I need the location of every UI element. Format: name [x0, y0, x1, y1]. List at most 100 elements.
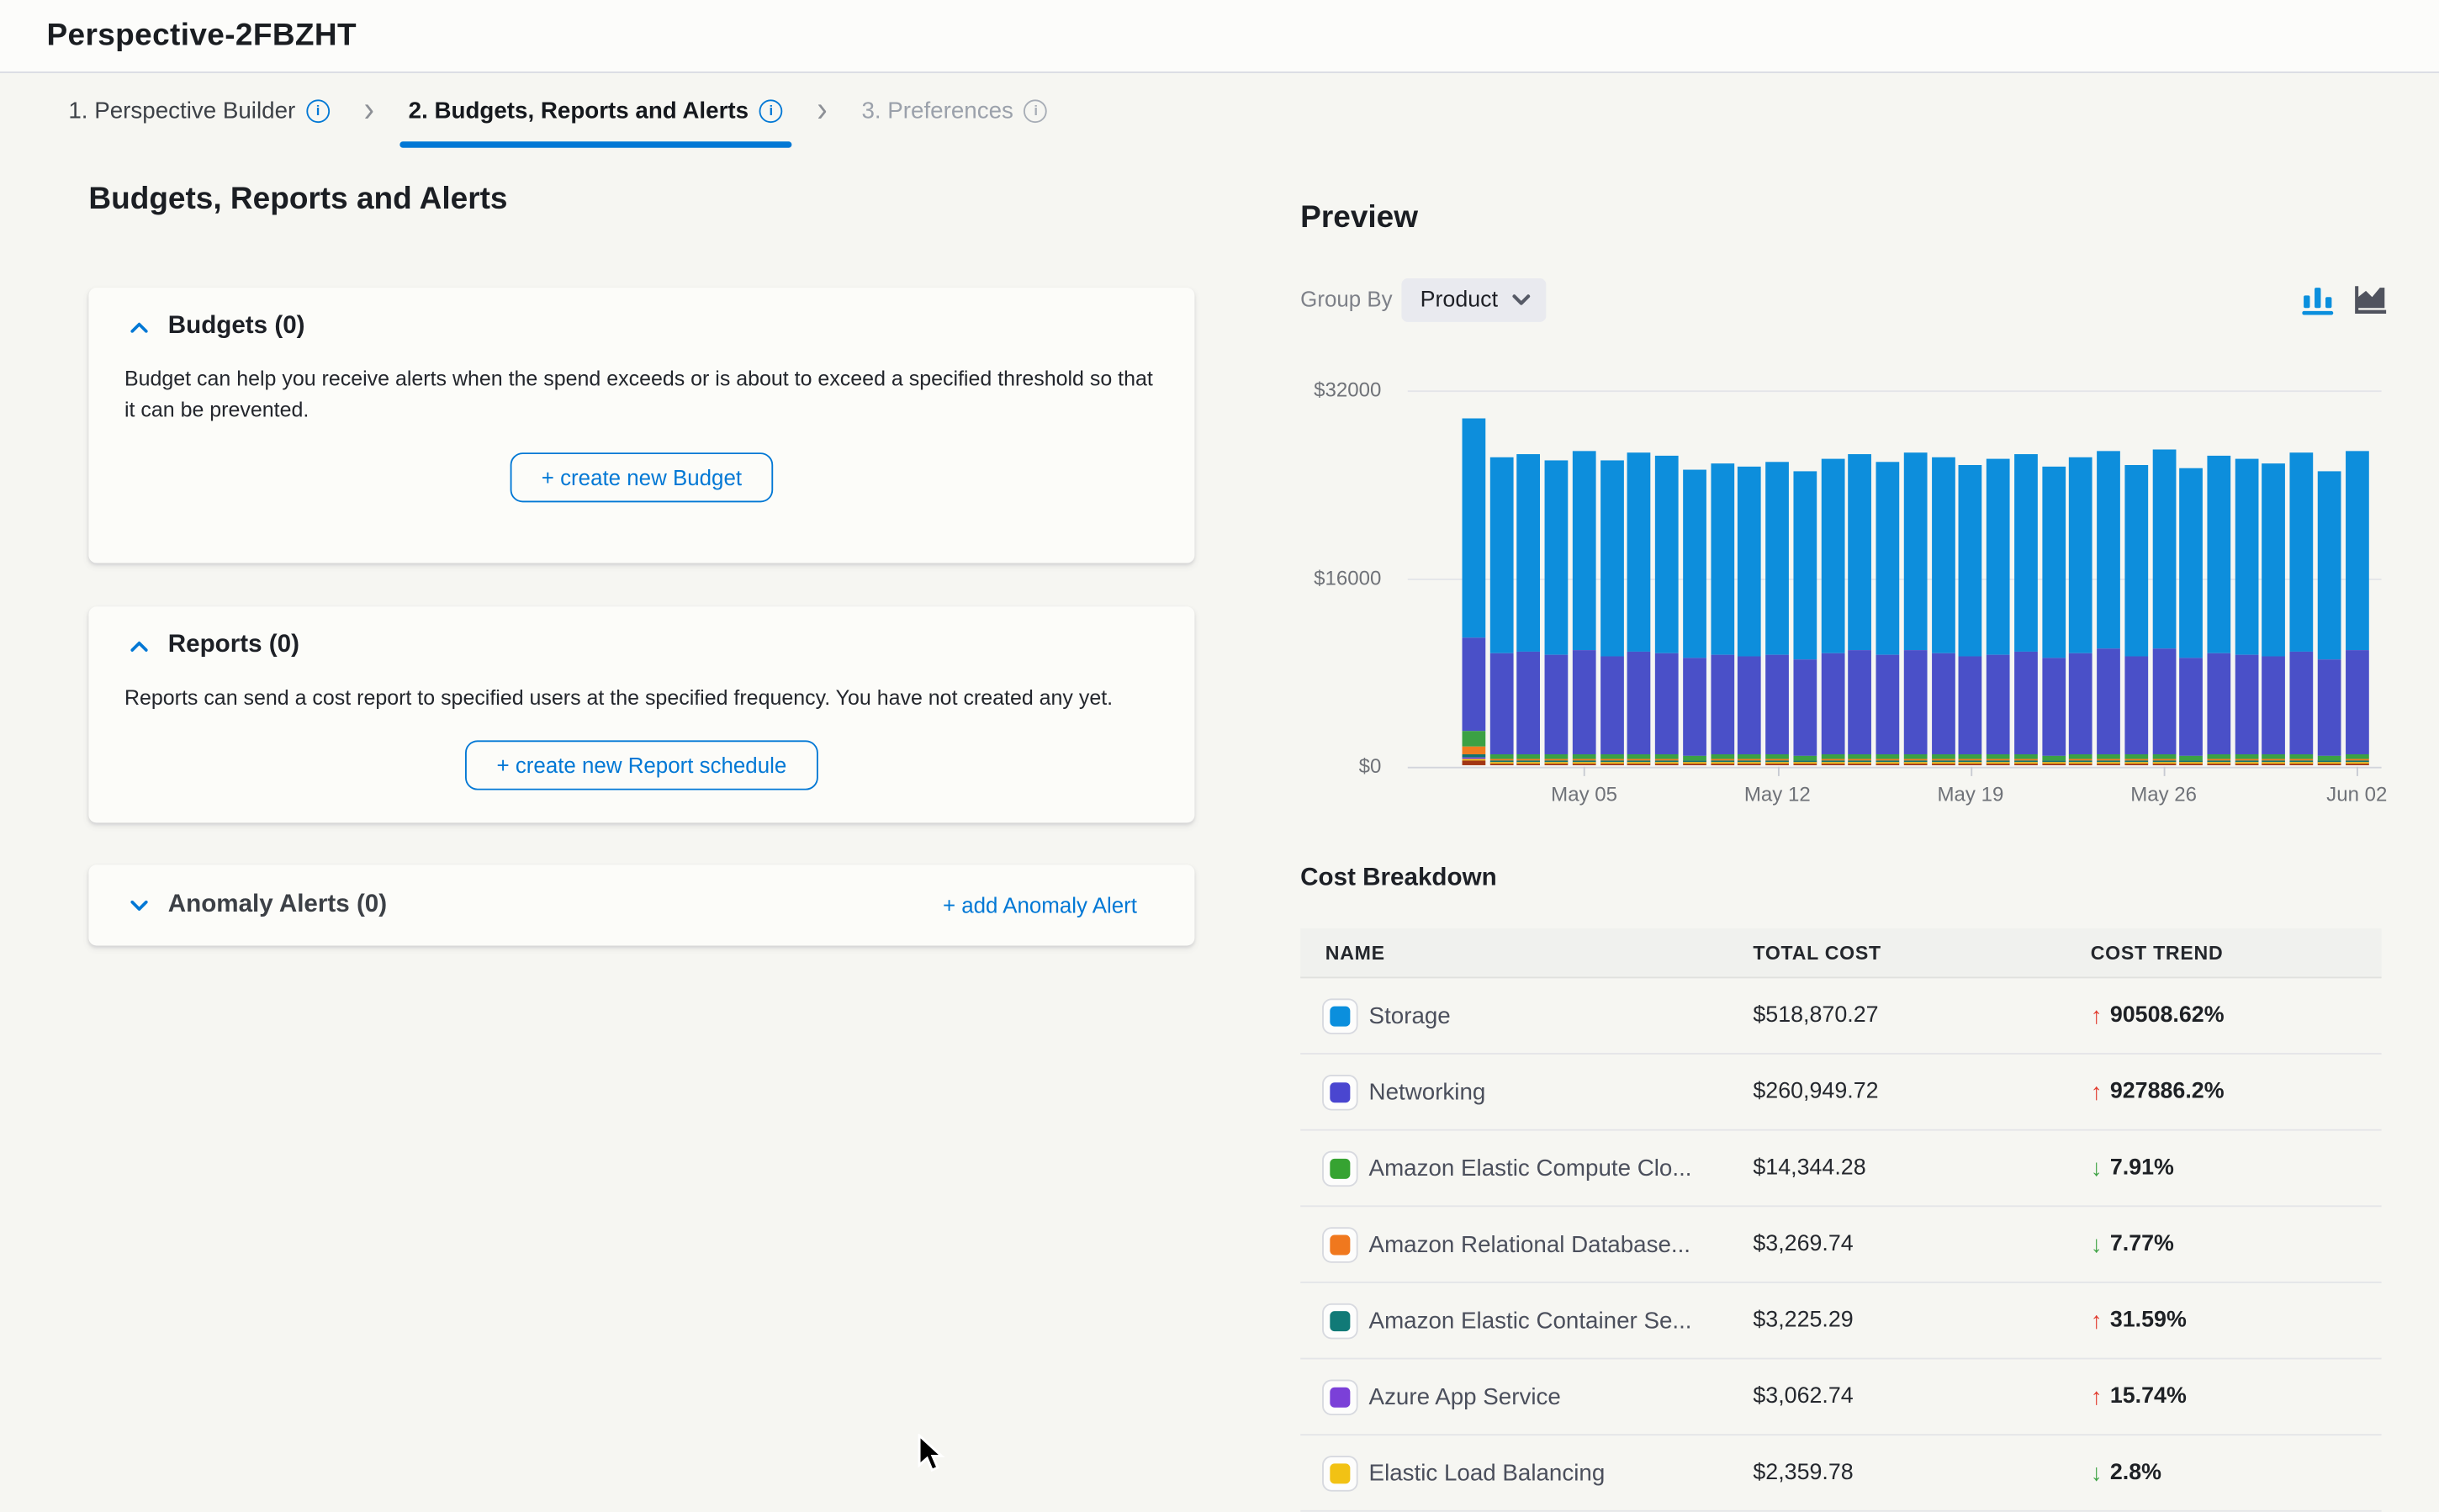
legend-color-checkbox[interactable]: [1322, 1074, 1358, 1110]
stacked-bar-may-06[interactable]: [1600, 461, 1624, 765]
bar-segment: [1711, 764, 1734, 765]
color-swatch: [1330, 1006, 1350, 1026]
stacked-bar-jun-01[interactable]: [2318, 471, 2341, 765]
table-row-networking[interactable]: Networking$260,949.72↑927886.2%: [1300, 1055, 2381, 1131]
stacked-bar-may-16[interactable]: [1876, 462, 1900, 765]
tab-preferences[interactable]: 3. Preferences i: [861, 75, 1047, 148]
stacked-bar-may-01[interactable]: [1463, 419, 1486, 765]
table-row-storage[interactable]: Storage$518,870.27↑90508.62%: [1300, 978, 2381, 1055]
tab-label: 3. Preferences: [861, 98, 1013, 124]
bar-segment: [1655, 764, 1679, 765]
legend-color-checkbox[interactable]: [1322, 1455, 1358, 1491]
bar-segment: [1463, 419, 1486, 637]
stacked-bar-may-08[interactable]: [1655, 456, 1679, 765]
bar-segment: [1711, 463, 1734, 654]
stacked-bar-may-07[interactable]: [1627, 453, 1651, 765]
tab-perspective-builder[interactable]: 1. Perspective Builderi: [68, 75, 330, 148]
stacked-bar-may-26[interactable]: [2152, 449, 2176, 765]
stacked-bar-may-28[interactable]: [2207, 456, 2230, 765]
bar-chart-icon[interactable]: [2302, 283, 2335, 316]
bar-segment: [2262, 656, 2286, 754]
trend-value: 2.8%: [2110, 1461, 2161, 1486]
column-header-name: NAME: [1325, 942, 1385, 964]
create-report-schedule-button[interactable]: + create new Report schedule: [466, 740, 818, 790]
y-axis-label: $0: [1276, 756, 1382, 778]
legend-color-checkbox[interactable]: [1322, 1303, 1358, 1339]
bar-segment: [1987, 764, 2010, 765]
create-budget-button[interactable]: + create new Budget: [511, 452, 773, 502]
stacked-bar-may-20[interactable]: [1987, 459, 2010, 765]
area-chart-icon[interactable]: [2355, 283, 2388, 316]
bar-segment: [1849, 651, 1872, 754]
stacked-bar-jun-02[interactable]: [2345, 451, 2368, 765]
stacked-bar-may-14[interactable]: [1821, 459, 1844, 765]
reports-title[interactable]: Reports (0): [168, 632, 299, 659]
app-header: Perspective-2FBZHT: [0, 0, 2439, 73]
group-by-label: Group By: [1300, 286, 1392, 311]
bar-segment: [2124, 764, 2148, 765]
chevron-right-icon: ›: [364, 69, 374, 153]
stacked-bar-may-02[interactable]: [1489, 457, 1513, 765]
bar-segment: [2290, 764, 2314, 765]
info-icon[interactable]: i: [759, 99, 783, 123]
stacked-bar-may-11[interactable]: [1738, 467, 1762, 765]
stacked-bar-may-23[interactable]: [2069, 457, 2092, 765]
stacked-bar-may-24[interactable]: [2097, 451, 2120, 765]
stacked-bar-may-30[interactable]: [2262, 463, 2286, 765]
stacked-bar-may-21[interactable]: [2014, 454, 2038, 765]
bar-segment: [1683, 658, 1706, 755]
stacked-bar-may-10[interactable]: [1711, 463, 1734, 764]
bar-segment: [1793, 659, 1817, 756]
table-row-amazon-elastic-container-se[interactable]: Amazon Elastic Container Se...$3,225.29↑…: [1300, 1283, 2381, 1360]
budgets-title[interactable]: Budgets (0): [168, 313, 305, 341]
info-icon[interactable]: i: [1024, 99, 1048, 123]
group-by-select[interactable]: Product: [1401, 278, 1546, 322]
bar-segment: [1627, 652, 1651, 754]
table-header: NAME TOTAL COST COST TREND: [1300, 928, 2381, 978]
stacked-bar-may-18[interactable]: [1931, 458, 1955, 765]
stacked-bar-may-25[interactable]: [2124, 464, 2148, 765]
trend-down-arrow-icon: ↓: [2091, 1156, 2103, 1180]
chevron-up-icon[interactable]: [130, 321, 147, 332]
stacked-bar-may-22[interactable]: [2042, 467, 2066, 765]
y-axis-label: $32000: [1276, 379, 1382, 401]
chevron-down-icon[interactable]: [130, 900, 147, 911]
x-axis-tick: [1777, 767, 1779, 776]
table-row-azure-app-service[interactable]: Azure App Service$3,062.74↑15.74%: [1300, 1359, 2381, 1435]
chevron-up-icon[interactable]: [130, 640, 147, 651]
bar-segment: [1793, 472, 1817, 658]
stacked-bar-may-03[interactable]: [1517, 454, 1541, 765]
table-row-elastic-load-balancing[interactable]: Elastic Load Balancing$2,359.78↓2.8%: [1300, 1435, 2381, 1512]
legend-color-checkbox[interactable]: [1322, 997, 1358, 1034]
reports-card: Reports (0) Reports can send a cost repo…: [88, 606, 1194, 822]
x-axis-tick: [2164, 767, 2166, 776]
trend-up-arrow-icon: ↑: [2091, 1004, 2103, 1028]
bar-segment: [2235, 654, 2258, 754]
bar-segment: [1627, 764, 1651, 765]
stacked-bar-may-19[interactable]: [1959, 464, 1982, 765]
stacked-bar-may-15[interactable]: [1849, 454, 1872, 765]
stacked-bar-may-27[interactable]: [2180, 468, 2204, 765]
legend-color-checkbox[interactable]: [1322, 1150, 1358, 1187]
info-icon[interactable]: i: [306, 99, 330, 123]
bar-segment: [1903, 452, 1927, 650]
trend-value: 31.59%: [2110, 1308, 2187, 1333]
add-anomaly-alert-link[interactable]: + add Anomaly Alert: [943, 893, 1137, 918]
row-name: Elastic Load Balancing: [1369, 1460, 1606, 1486]
tab-budgets-reports-and-alerts[interactable]: 2. Budgets, Reports and Alertsi: [409, 75, 783, 148]
stacked-bar-may-09[interactable]: [1683, 469, 1706, 765]
table-row-amazon-elastic-compute-clo[interactable]: Amazon Elastic Compute Clo...$14,344.28↓…: [1300, 1131, 2381, 1208]
stacked-bar-may-05[interactable]: [1573, 451, 1596, 765]
legend-color-checkbox[interactable]: [1322, 1226, 1358, 1262]
legend-color-checkbox[interactable]: [1322, 1379, 1358, 1415]
stacked-bar-may-13[interactable]: [1793, 472, 1817, 765]
stacked-bar-may-31[interactable]: [2290, 453, 2314, 765]
stacked-bar-may-17[interactable]: [1903, 452, 1927, 765]
row-total-cost: $2,359.78: [1753, 1461, 1853, 1486]
bar-segment: [1517, 652, 1541, 754]
stacked-bar-may-12[interactable]: [1765, 462, 1789, 765]
stacked-bar-may-04[interactable]: [1545, 461, 1569, 765]
anomaly-alerts-title[interactable]: Anomaly Alerts (0): [168, 891, 387, 919]
table-row-amazon-relational-database[interactable]: Amazon Relational Database...$3,269.74↓7…: [1300, 1207, 2381, 1283]
stacked-bar-may-29[interactable]: [2235, 459, 2258, 765]
